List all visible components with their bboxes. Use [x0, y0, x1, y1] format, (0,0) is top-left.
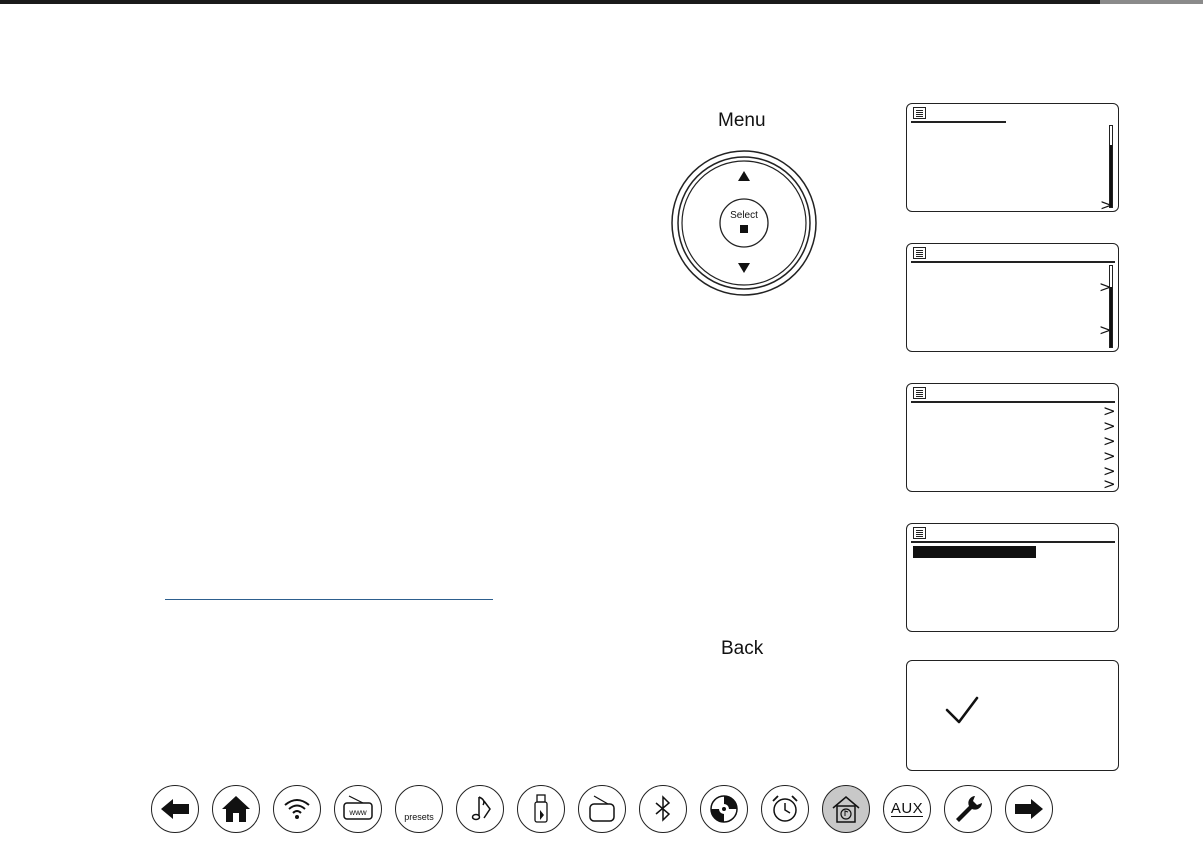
settings-button[interactable] [944, 785, 992, 833]
screen-3: > > > > > > [906, 383, 1119, 492]
aux-button[interactable]: AUX [883, 785, 931, 833]
back-nav-button[interactable] [151, 785, 199, 833]
home-icon [222, 796, 250, 822]
back-label[interactable]: Back [721, 638, 763, 660]
list-icon [913, 107, 926, 119]
wifi-button[interactable] [273, 785, 321, 833]
music-player-icon [471, 796, 491, 821]
wrench-icon [956, 796, 982, 822]
cd-icon [710, 795, 738, 823]
select-label: Select [730, 210, 758, 221]
hyperlink-underline[interactable] [165, 599, 493, 600]
title-rule [911, 261, 1115, 263]
chevron-right-icon: > [1100, 196, 1113, 214]
presets-button[interactable]: presets [395, 785, 443, 833]
screen-1: > [906, 103, 1119, 214]
list-icon [913, 527, 926, 539]
svg-text:www: www [348, 808, 367, 817]
selected-item-highlight[interactable] [913, 546, 1036, 558]
bluetooth-button[interactable] [639, 785, 687, 833]
check-icon [945, 696, 979, 724]
usb-button[interactable] [517, 785, 565, 833]
top-rule-dark [0, 0, 1100, 4]
alarm-button[interactable] [761, 785, 809, 833]
home-media-icon [832, 796, 860, 823]
chevron-right-icon: > [1103, 475, 1116, 493]
back-arrow-icon [161, 799, 189, 819]
presets-label: presets [404, 812, 434, 822]
select-button [719, 198, 769, 248]
list-icon [913, 247, 926, 259]
list-icon [913, 387, 926, 399]
title-rule [911, 541, 1115, 543]
top-rule-light [1100, 0, 1203, 4]
forward-nav-button[interactable] [1005, 785, 1053, 833]
bluetooth-icon [655, 795, 671, 822]
wifi-icon [284, 799, 310, 819]
aux-label: AUX [890, 800, 924, 817]
title-rule [911, 401, 1115, 403]
internet-radio-button[interactable]: www [334, 785, 382, 833]
title-rule [911, 121, 1006, 123]
alarm-clock-icon [772, 795, 798, 822]
screen-5 [906, 660, 1119, 771]
navigation-bar: www presets AUX [151, 785, 1053, 835]
usb-icon [534, 794, 548, 823]
cd-button[interactable] [700, 785, 748, 833]
select-square-icon [740, 225, 748, 233]
internet-radio-icon: www [343, 795, 373, 820]
select-knob[interactable]: Select [671, 150, 817, 296]
forward-arrow-icon [1015, 799, 1043, 819]
dab-radio-button[interactable] [578, 785, 626, 833]
home-media-button[interactable] [822, 785, 870, 833]
music-player-button[interactable] [456, 785, 504, 833]
chevron-right-icon: > [1099, 321, 1112, 339]
top-rule [0, 0, 1203, 4]
chevron-right-icon: > [1099, 278, 1112, 296]
dab-radio-icon [589, 795, 615, 822]
menu-label: Menu [718, 110, 766, 131]
screen-2: > > [906, 243, 1119, 352]
home-button[interactable] [212, 785, 260, 833]
screen-4 [906, 523, 1119, 632]
